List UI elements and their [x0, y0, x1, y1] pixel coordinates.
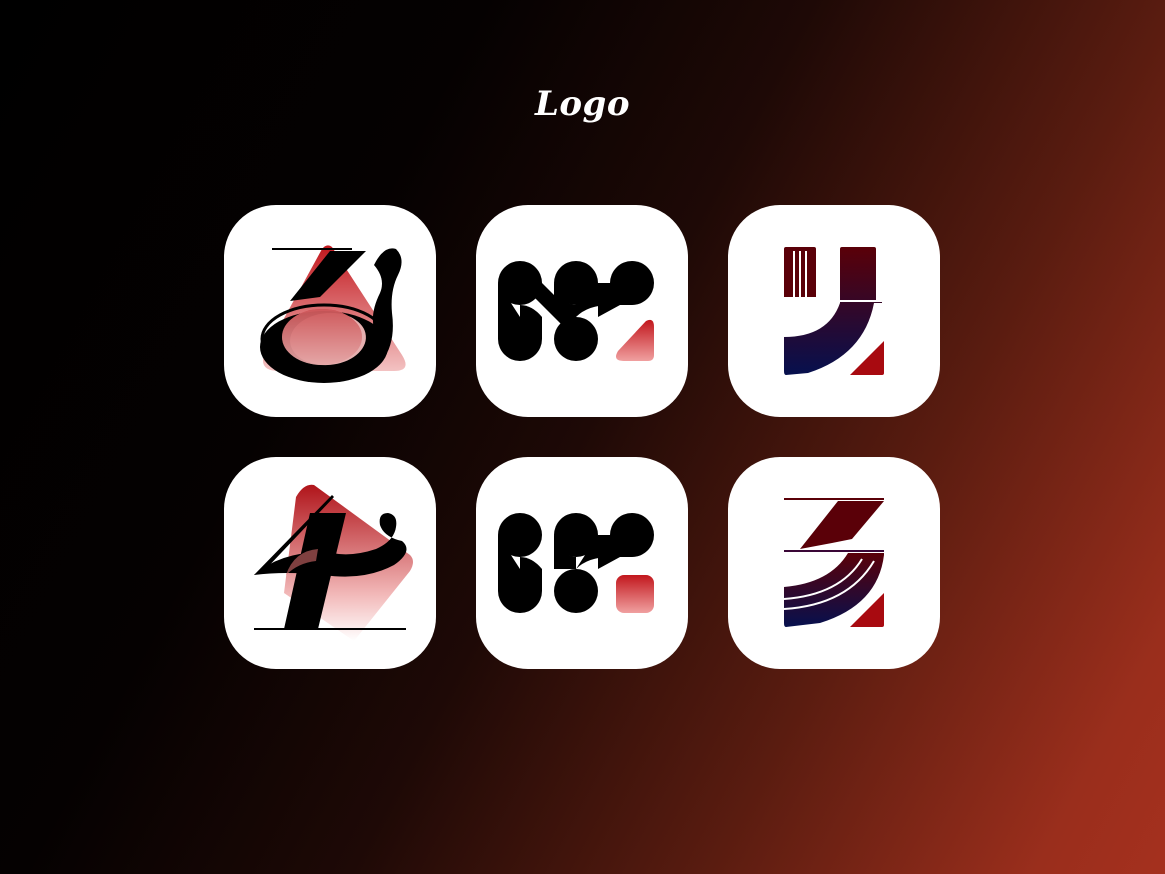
blob-wave-with-pink-square-icon — [498, 513, 654, 613]
serif-4-on-red-diamond-icon — [254, 484, 413, 641]
gradient-y-with-red-triangle-icon — [784, 247, 884, 375]
serif-z-on-red-triangle-icon — [260, 245, 406, 383]
logo-tile-5 — [476, 457, 688, 669]
logo-tile-6 — [728, 457, 940, 669]
logo-tile-2 — [476, 205, 688, 417]
page-title: Logo — [534, 84, 631, 124]
logo-tile-1 — [224, 205, 436, 417]
logo-tile-3 — [728, 205, 940, 417]
gradient-3-with-red-triangle-icon — [783, 498, 884, 627]
logo-tile-4 — [224, 457, 436, 669]
blob-wave-with-pink-triangle-icon — [498, 261, 654, 361]
